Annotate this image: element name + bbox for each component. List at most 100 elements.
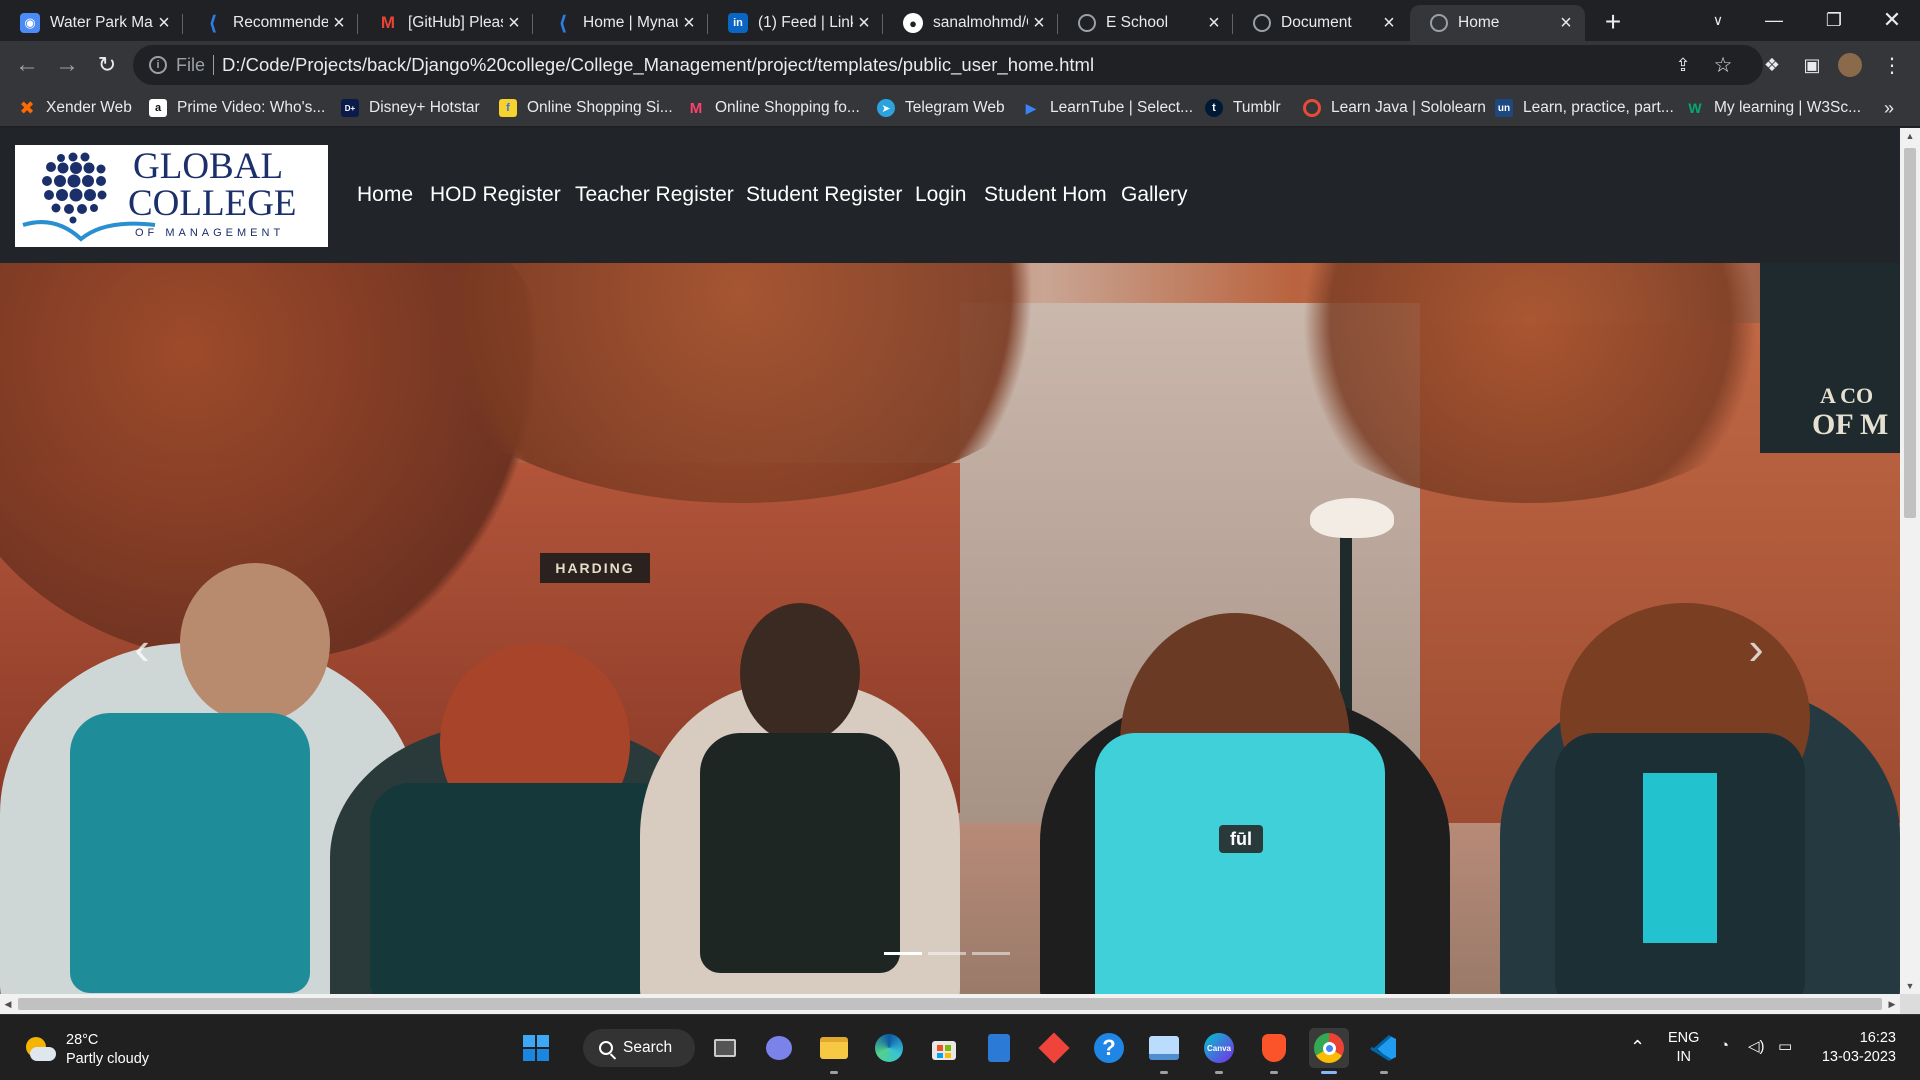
close-icon[interactable]: × <box>853 12 875 34</box>
bookmark-label: Telegram Web <box>905 99 1005 116</box>
bookmark-flipkart[interactable]: f Online Shopping Si... <box>499 97 673 119</box>
backpack <box>700 733 900 973</box>
chrome-browser-icon[interactable] <box>1309 1028 1349 1074</box>
url-text[interactable]: D:/Code/Projects/back/Django%20college/C… <box>222 54 1094 76</box>
bookmark-unstop[interactable]: un Learn, practice, part... <box>1495 97 1674 119</box>
tab-document[interactable]: Document × <box>1233 5 1408 41</box>
tab-mynau[interactable]: ⟨ Home | Mynau × <box>533 5 708 41</box>
tab-home-active[interactable]: Home × <box>1410 5 1585 41</box>
minimize-button[interactable]: — <box>1746 0 1802 40</box>
nav-student-home-link[interactable]: Student Hom <box>984 183 1107 207</box>
partly-cloudy-icon <box>22 1035 56 1065</box>
task-view-icon[interactable] <box>705 1028 745 1068</box>
close-icon[interactable]: × <box>1028 12 1050 34</box>
bookmark-star-icon[interactable]: ☆ <box>1711 53 1735 77</box>
reload-icon[interactable]: ↻ <box>93 51 121 79</box>
bookmark-hotstar[interactable]: D+ Disney+ Hotstar <box>341 97 480 119</box>
nav-gallery-link[interactable]: Gallery <box>1121 183 1188 207</box>
menu-kebab-icon[interactable]: ⋮ <box>1880 53 1904 77</box>
bookmark-label: Learn, practice, part... <box>1523 99 1674 116</box>
nav-home-link[interactable]: Home <box>357 183 413 207</box>
share-icon[interactable]: ⇪ <box>1671 53 1695 77</box>
horizontal-scrollbar[interactable]: ◀ ▶ <box>0 994 1900 1014</box>
weather-widget[interactable]: 28°C Partly cloudy <box>22 1031 149 1069</box>
anydesk-icon[interactable] <box>1034 1028 1074 1068</box>
canva-icon[interactable]: Canva <box>1199 1028 1239 1074</box>
photos-app-icon[interactable] <box>1144 1028 1184 1074</box>
bookmark-tumblr[interactable]: t Tumblr <box>1205 97 1281 119</box>
scroll-down-arrow-icon[interactable]: ▼ <box>1900 978 1920 994</box>
volume-icon[interactable]: ◁) <box>1748 1037 1765 1055</box>
carousel-indicator[interactable] <box>972 952 1010 955</box>
gmail-icon: M <box>380 13 396 32</box>
help-icon[interactable]: ? <box>1089 1028 1129 1068</box>
close-icon[interactable]: × <box>1555 12 1577 34</box>
tab-title: Document <box>1281 14 1352 31</box>
address-bar[interactable]: i File D:/Code/Projects/back/Django%20co… <box>133 45 1763 85</box>
close-icon[interactable]: × <box>153 12 175 34</box>
close-window-button[interactable]: ✕ <box>1864 0 1920 40</box>
globe-icon <box>1430 14 1448 32</box>
scroll-up-arrow-icon[interactable]: ▲ <box>1900 128 1920 144</box>
avatar[interactable] <box>1838 53 1862 77</box>
extensions-puzzle-icon[interactable]: ❖ <box>1760 53 1784 77</box>
nav-teacher-register-link[interactable]: Teacher Register <box>575 183 734 207</box>
side-panel-icon[interactable]: ▣ <box>1800 53 1824 77</box>
tab-recommended[interactable]: ⟨ Recommended × <box>183 5 358 41</box>
notepad-icon[interactable] <box>979 1028 1019 1068</box>
taskbar-search-button[interactable]: Search <box>583 1029 695 1067</box>
bookmark-w3schools[interactable]: W My learning | W3Sc... <box>1686 97 1861 119</box>
taskbar-clock[interactable]: 16:23 13-03-2023 <box>1822 1029 1896 1067</box>
bookmark-myntra[interactable]: M Online Shopping fo... <box>687 97 860 119</box>
bookmark-prime-video[interactable]: a Prime Video: Who's... <box>149 97 325 119</box>
vertical-scrollbar[interactable]: ▲ ▼ <box>1900 128 1920 994</box>
tab-search-chevron-icon[interactable]: ∨ <box>1690 0 1746 40</box>
info-icon[interactable]: i <box>149 56 167 74</box>
close-icon[interactable]: × <box>503 12 525 34</box>
brave-browser-icon[interactable] <box>1254 1028 1294 1074</box>
teams-chat-icon[interactable] <box>759 1028 799 1068</box>
carousel-next-chevron-icon[interactable]: › <box>1726 618 1786 678</box>
linkedin-icon: in <box>728 13 748 33</box>
close-icon[interactable]: × <box>1203 12 1225 34</box>
tab-github[interactable]: ● sanalmohmd/C × <box>883 5 1058 41</box>
close-icon[interactable]: × <box>1378 12 1400 34</box>
nav-login-link[interactable]: Login <box>915 183 966 207</box>
scroll-right-arrow-icon[interactable]: ▶ <box>1884 994 1900 1014</box>
close-icon[interactable]: × <box>678 12 700 34</box>
scrollbar-thumb[interactable] <box>1904 148 1916 518</box>
tab-gmail[interactable]: M [GitHub] Please × <box>358 5 533 41</box>
back-arrow-icon[interactable]: ← <box>13 51 41 79</box>
input-language-indicator[interactable]: ENG IN <box>1668 1029 1699 1067</box>
tab-water-park[interactable]: ◉ Water Park Mana × <box>0 5 183 41</box>
bookmark-sololearn[interactable]: Learn Java | Sololearn <box>1303 97 1486 119</box>
nav-student-register-link[interactable]: Student Register <box>746 183 902 207</box>
scroll-left-arrow-icon[interactable]: ◀ <box>0 994 16 1014</box>
vscode-icon[interactable] <box>1364 1028 1404 1074</box>
close-icon[interactable]: × <box>328 12 350 34</box>
file-explorer-icon[interactable] <box>814 1028 854 1074</box>
bookmark-xender[interactable]: ✖ Xender Web <box>18 97 131 119</box>
carousel-prev-chevron-icon[interactable]: ‹ <box>112 618 172 678</box>
windows-start-icon[interactable] <box>516 1028 556 1068</box>
carousel-indicator[interactable] <box>928 952 966 955</box>
carousel-indicator[interactable] <box>884 952 922 955</box>
show-hidden-icons-chevron-icon[interactable]: ⌃ <box>1630 1037 1645 1058</box>
bookmark-telegram[interactable]: ➤ Telegram Web <box>877 97 1005 119</box>
scheme-label: File <box>176 54 206 75</box>
nav-hod-register-link[interactable]: HOD Register <box>430 183 561 207</box>
bookmark-learntube[interactable]: ▶ LearnTube | Select... <box>1022 97 1193 119</box>
battery-icon[interactable]: ▭ <box>1778 1037 1792 1055</box>
college-logo[interactable]: GLOBAL COLLEGE OF MANAGEMENT <box>15 145 328 247</box>
wifi-icon[interactable]: ◔ <box>1720 1037 1729 1054</box>
scrollbar-thumb[interactable] <box>18 998 1882 1010</box>
microsoft-store-icon[interactable] <box>924 1028 964 1068</box>
search-label: Search <box>623 1039 673 1056</box>
restore-button[interactable]: ❐ <box>1806 0 1862 40</box>
forward-arrow-icon[interactable]: → <box>53 51 81 79</box>
edge-browser-icon[interactable] <box>869 1028 909 1068</box>
tab-e-school[interactable]: E School × <box>1058 5 1233 41</box>
new-tab-button[interactable]: + <box>1598 8 1628 38</box>
tab-linkedin[interactable]: in (1) Feed | Linke × <box>708 5 883 41</box>
bookmarks-overflow-button[interactable]: » <box>1884 97 1894 119</box>
